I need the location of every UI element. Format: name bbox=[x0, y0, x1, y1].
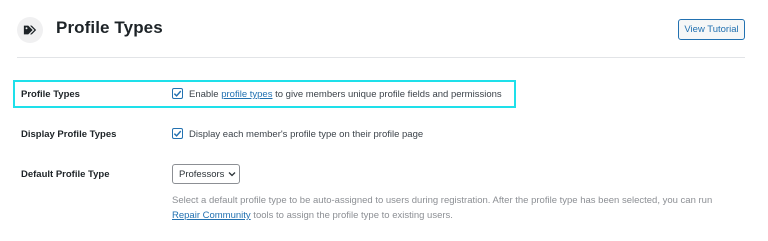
view-tutorial-button[interactable]: View Tutorial bbox=[678, 19, 745, 40]
chevron-down-icon bbox=[228, 172, 236, 177]
checkmark-icon bbox=[173, 130, 182, 137]
default-profile-type-select[interactable]: Professors bbox=[172, 164, 240, 184]
description-line-1: Select a default profile type to be auto… bbox=[172, 195, 713, 206]
display-profile-types-label: Display Profile Types bbox=[21, 129, 117, 140]
repair-community-link[interactable]: Repair Community bbox=[172, 210, 251, 221]
profile-types-text-after: to give members unique profile fields an… bbox=[272, 89, 502, 100]
profile-types-description: Enable profile types to give members uni… bbox=[189, 89, 502, 100]
display-profile-types-text: Display each member's profile type on th… bbox=[189, 129, 424, 140]
page-header: Profile Types View Tutorial bbox=[0, 0, 768, 58]
page-title: Profile Types bbox=[56, 18, 163, 37]
select-value: Professors bbox=[179, 168, 225, 180]
default-profile-type-label: Default Profile Type bbox=[21, 169, 110, 180]
header-divider bbox=[17, 57, 745, 58]
profile-types-text-before: Enable bbox=[189, 89, 222, 100]
profile-types-checkbox[interactable] bbox=[172, 88, 183, 99]
profile-types-label: Profile Types bbox=[21, 89, 80, 100]
default-profile-type-description: Select a default profile type to be auto… bbox=[172, 193, 752, 223]
tag-icon bbox=[17, 17, 43, 43]
description-line-2: Repair Community tools to assign the pro… bbox=[172, 208, 752, 223]
profile-types-link[interactable]: profile types bbox=[221, 89, 272, 100]
description-after-link: tools to assign the profile type to exis… bbox=[250, 210, 453, 221]
checkmark-icon bbox=[173, 90, 182, 97]
display-profile-types-checkbox[interactable] bbox=[172, 128, 183, 139]
